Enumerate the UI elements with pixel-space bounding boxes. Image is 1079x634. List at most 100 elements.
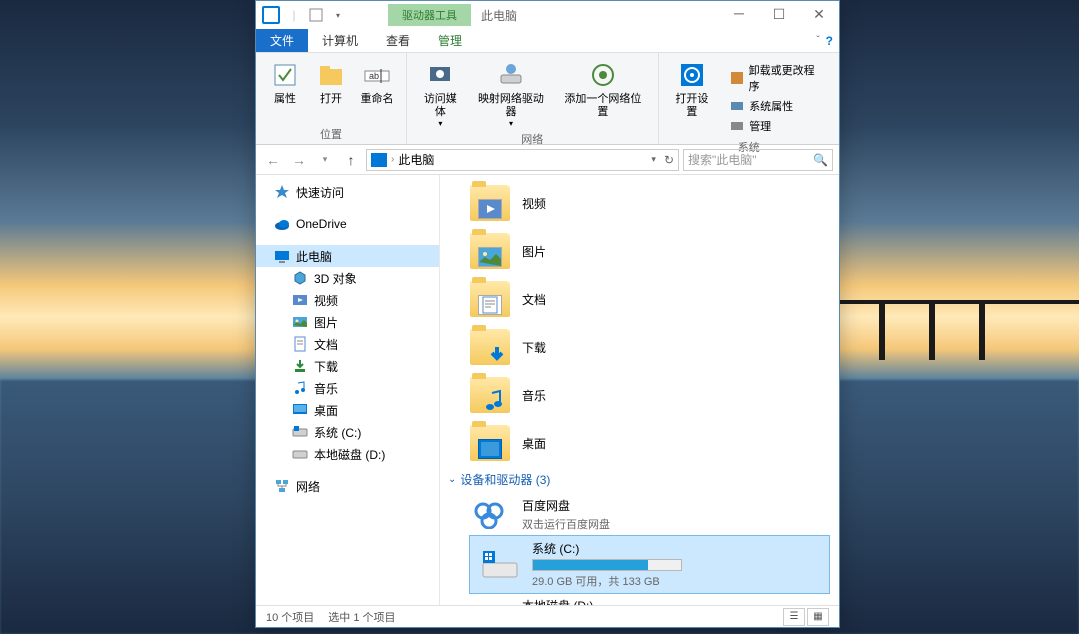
tab-file[interactable]: 文件	[256, 29, 308, 52]
qat-separator: |	[284, 5, 304, 25]
nav-onedrive[interactable]: OneDrive	[256, 213, 439, 235]
group-location-label: 位置	[320, 126, 342, 142]
access-media-button[interactable]: 访问媒体 ▾	[415, 57, 466, 131]
nav-local-d[interactable]: 本地磁盘 (D:)	[256, 443, 439, 465]
address-dropdown-icon[interactable]: ▾	[651, 154, 656, 165]
address-bar: ← → ▾ ↑ › 此电脑 ▾ ↻ 搜索"此电脑" 🔍	[256, 145, 839, 175]
folder-music[interactable]: 音乐	[440, 371, 839, 419]
nav-videos[interactable]: 视频	[256, 289, 439, 311]
folder-desktop[interactable]: 桌面	[440, 419, 839, 467]
explorer-window: | ▾ 驱动器工具 此电脑 ─ ☐ ✕ 文件 计算机 查看 管理 ˇ ?	[255, 0, 840, 628]
nav-documents[interactable]: 文档	[256, 333, 439, 355]
folder-icon	[470, 329, 510, 365]
folder-icon	[470, 281, 510, 317]
navigation-pane: 快速访问 OneDrive 此电脑 3D 对象 视频 图片	[256, 175, 440, 605]
manage-button[interactable]: 管理	[725, 117, 827, 135]
main-pane[interactable]: 视频 图片 文档 下载 音乐 桌面 ⌄	[440, 175, 839, 605]
nav-music[interactable]: 音乐	[256, 377, 439, 399]
status-selected-count: 选中 1 个项目	[328, 609, 395, 625]
this-pc-icon	[371, 153, 387, 167]
qat-properties-icon[interactable]	[306, 5, 326, 25]
ribbon-body: 属性 打开 ab 重命名 位置 访问媒体 ▾	[256, 53, 839, 145]
drive-c-title: 系统 (C:)	[532, 540, 692, 557]
add-location-label: 添加一个网络位置	[560, 93, 645, 119]
wallpaper-pier	[819, 280, 1019, 360]
system-properties-button[interactable]: 系统属性	[725, 97, 827, 115]
drive-c-usage-bar	[532, 559, 682, 571]
svg-text:ab: ab	[369, 71, 379, 81]
baidu-netdisk-item[interactable]: 百度网盘 双击运行百度网盘	[440, 492, 839, 536]
window-title: 此电脑	[481, 7, 517, 24]
uninstall-button[interactable]: 卸载或更改程序	[725, 61, 827, 95]
window-icon	[262, 6, 280, 24]
nav-back-button[interactable]: ←	[262, 149, 284, 171]
ribbon-tabstrip: 文件 计算机 查看 管理 ˇ ?	[256, 29, 839, 53]
access-media-label: 访问媒体	[419, 93, 462, 119]
nav-recent-dropdown[interactable]: ▾	[314, 149, 336, 171]
help-icon[interactable]: ?	[826, 34, 833, 48]
manage-label: 管理	[749, 118, 771, 134]
breadcrumb-chevron-icon[interactable]: ›	[391, 154, 394, 165]
uninstall-label: 卸载或更改程序	[749, 62, 823, 94]
folder-icon	[470, 185, 510, 221]
status-bar: 10 个项目 选中 1 个项目 ☰ ▦	[256, 605, 839, 627]
chevron-down-icon: ⌄	[448, 474, 456, 485]
devices-section-header[interactable]: ⌄ 设备和驱动器 (3)	[440, 467, 839, 492]
open-button[interactable]: 打开	[310, 57, 352, 108]
refresh-icon[interactable]: ↻	[664, 153, 674, 167]
drive-c-icon	[480, 547, 520, 583]
nav-downloads[interactable]: 下载	[256, 355, 439, 377]
map-drive-button[interactable]: 映射网络驱动器 ▾	[470, 57, 553, 131]
folder-icon	[470, 233, 510, 269]
nav-quick-access[interactable]: 快速访问	[256, 181, 439, 203]
maximize-button[interactable]: ☐	[759, 1, 799, 29]
close-button[interactable]: ✕	[799, 1, 839, 29]
address-location[interactable]: 此电脑	[398, 151, 434, 168]
tab-computer[interactable]: 计算机	[308, 29, 372, 52]
properties-label: 属性	[274, 93, 296, 106]
baidu-sub: 双击运行百度网盘	[522, 516, 682, 532]
nav-pictures[interactable]: 图片	[256, 311, 439, 333]
search-input[interactable]: 搜索"此电脑" 🔍	[683, 149, 833, 171]
nav-system-c[interactable]: 系统 (C:)	[256, 421, 439, 443]
nav-network[interactable]: 网络	[256, 475, 439, 497]
search-placeholder: 搜索"此电脑"	[688, 151, 757, 168]
system-properties-label: 系统属性	[749, 98, 793, 114]
ribbon-collapse-icon[interactable]: ˇ	[816, 35, 819, 46]
contextual-tab-label: 驱动器工具	[388, 4, 471, 26]
open-settings-label: 打开设置	[671, 93, 714, 119]
tab-manage[interactable]: 管理	[424, 29, 476, 52]
baidu-icon	[470, 496, 510, 532]
folder-videos[interactable]: 视频	[440, 179, 839, 227]
drive-c-item[interactable]: 系统 (C:) 29.0 GB 可用，共 133 GB	[469, 535, 830, 594]
tab-view[interactable]: 查看	[372, 29, 424, 52]
drive-c-sub: 29.0 GB 可用，共 133 GB	[532, 573, 692, 589]
view-details-button[interactable]: ☰	[783, 608, 805, 626]
nav-up-button[interactable]: ↑	[340, 149, 362, 171]
nav-3d-objects[interactable]: 3D 对象	[256, 267, 439, 289]
content-area: 快速访问 OneDrive 此电脑 3D 对象 视频 图片	[256, 175, 839, 605]
address-input[interactable]: › 此电脑 ▾ ↻	[366, 149, 679, 171]
qat-dropdown-icon[interactable]: ▾	[328, 5, 348, 25]
nav-desktop[interactable]: 桌面	[256, 399, 439, 421]
drive-d-item[interactable]: 本地磁盘 (D:) 74.8 GB 可用，共 99.8 GB	[440, 593, 839, 605]
folder-icon	[470, 425, 510, 461]
ribbon-group-system: 打开设置 卸载或更改程序 系统属性 管理	[659, 53, 839, 144]
nav-this-pc[interactable]: 此电脑	[256, 245, 439, 267]
open-settings-button[interactable]: 打开设置	[667, 57, 718, 121]
rename-label: 重命名	[361, 93, 394, 106]
folder-icon	[470, 377, 510, 413]
nav-forward-button[interactable]: →	[288, 149, 310, 171]
minimize-button[interactable]: ─	[719, 1, 759, 29]
ribbon-group-network: 访问媒体 ▾ 映射网络驱动器 ▾ 添加一个网络位置 网络	[407, 53, 659, 144]
search-icon[interactable]: 🔍	[813, 153, 828, 167]
open-label: 打开	[320, 93, 342, 106]
properties-button[interactable]: 属性	[264, 57, 306, 108]
folder-documents[interactable]: 文档	[440, 275, 839, 323]
view-icons-button[interactable]: ▦	[807, 608, 829, 626]
rename-button[interactable]: ab 重命名	[356, 57, 398, 108]
folder-pictures[interactable]: 图片	[440, 227, 839, 275]
add-location-button[interactable]: 添加一个网络位置	[556, 57, 649, 121]
folder-downloads[interactable]: 下载	[440, 323, 839, 371]
titlebar[interactable]: | ▾ 驱动器工具 此电脑 ─ ☐ ✕	[256, 1, 839, 29]
